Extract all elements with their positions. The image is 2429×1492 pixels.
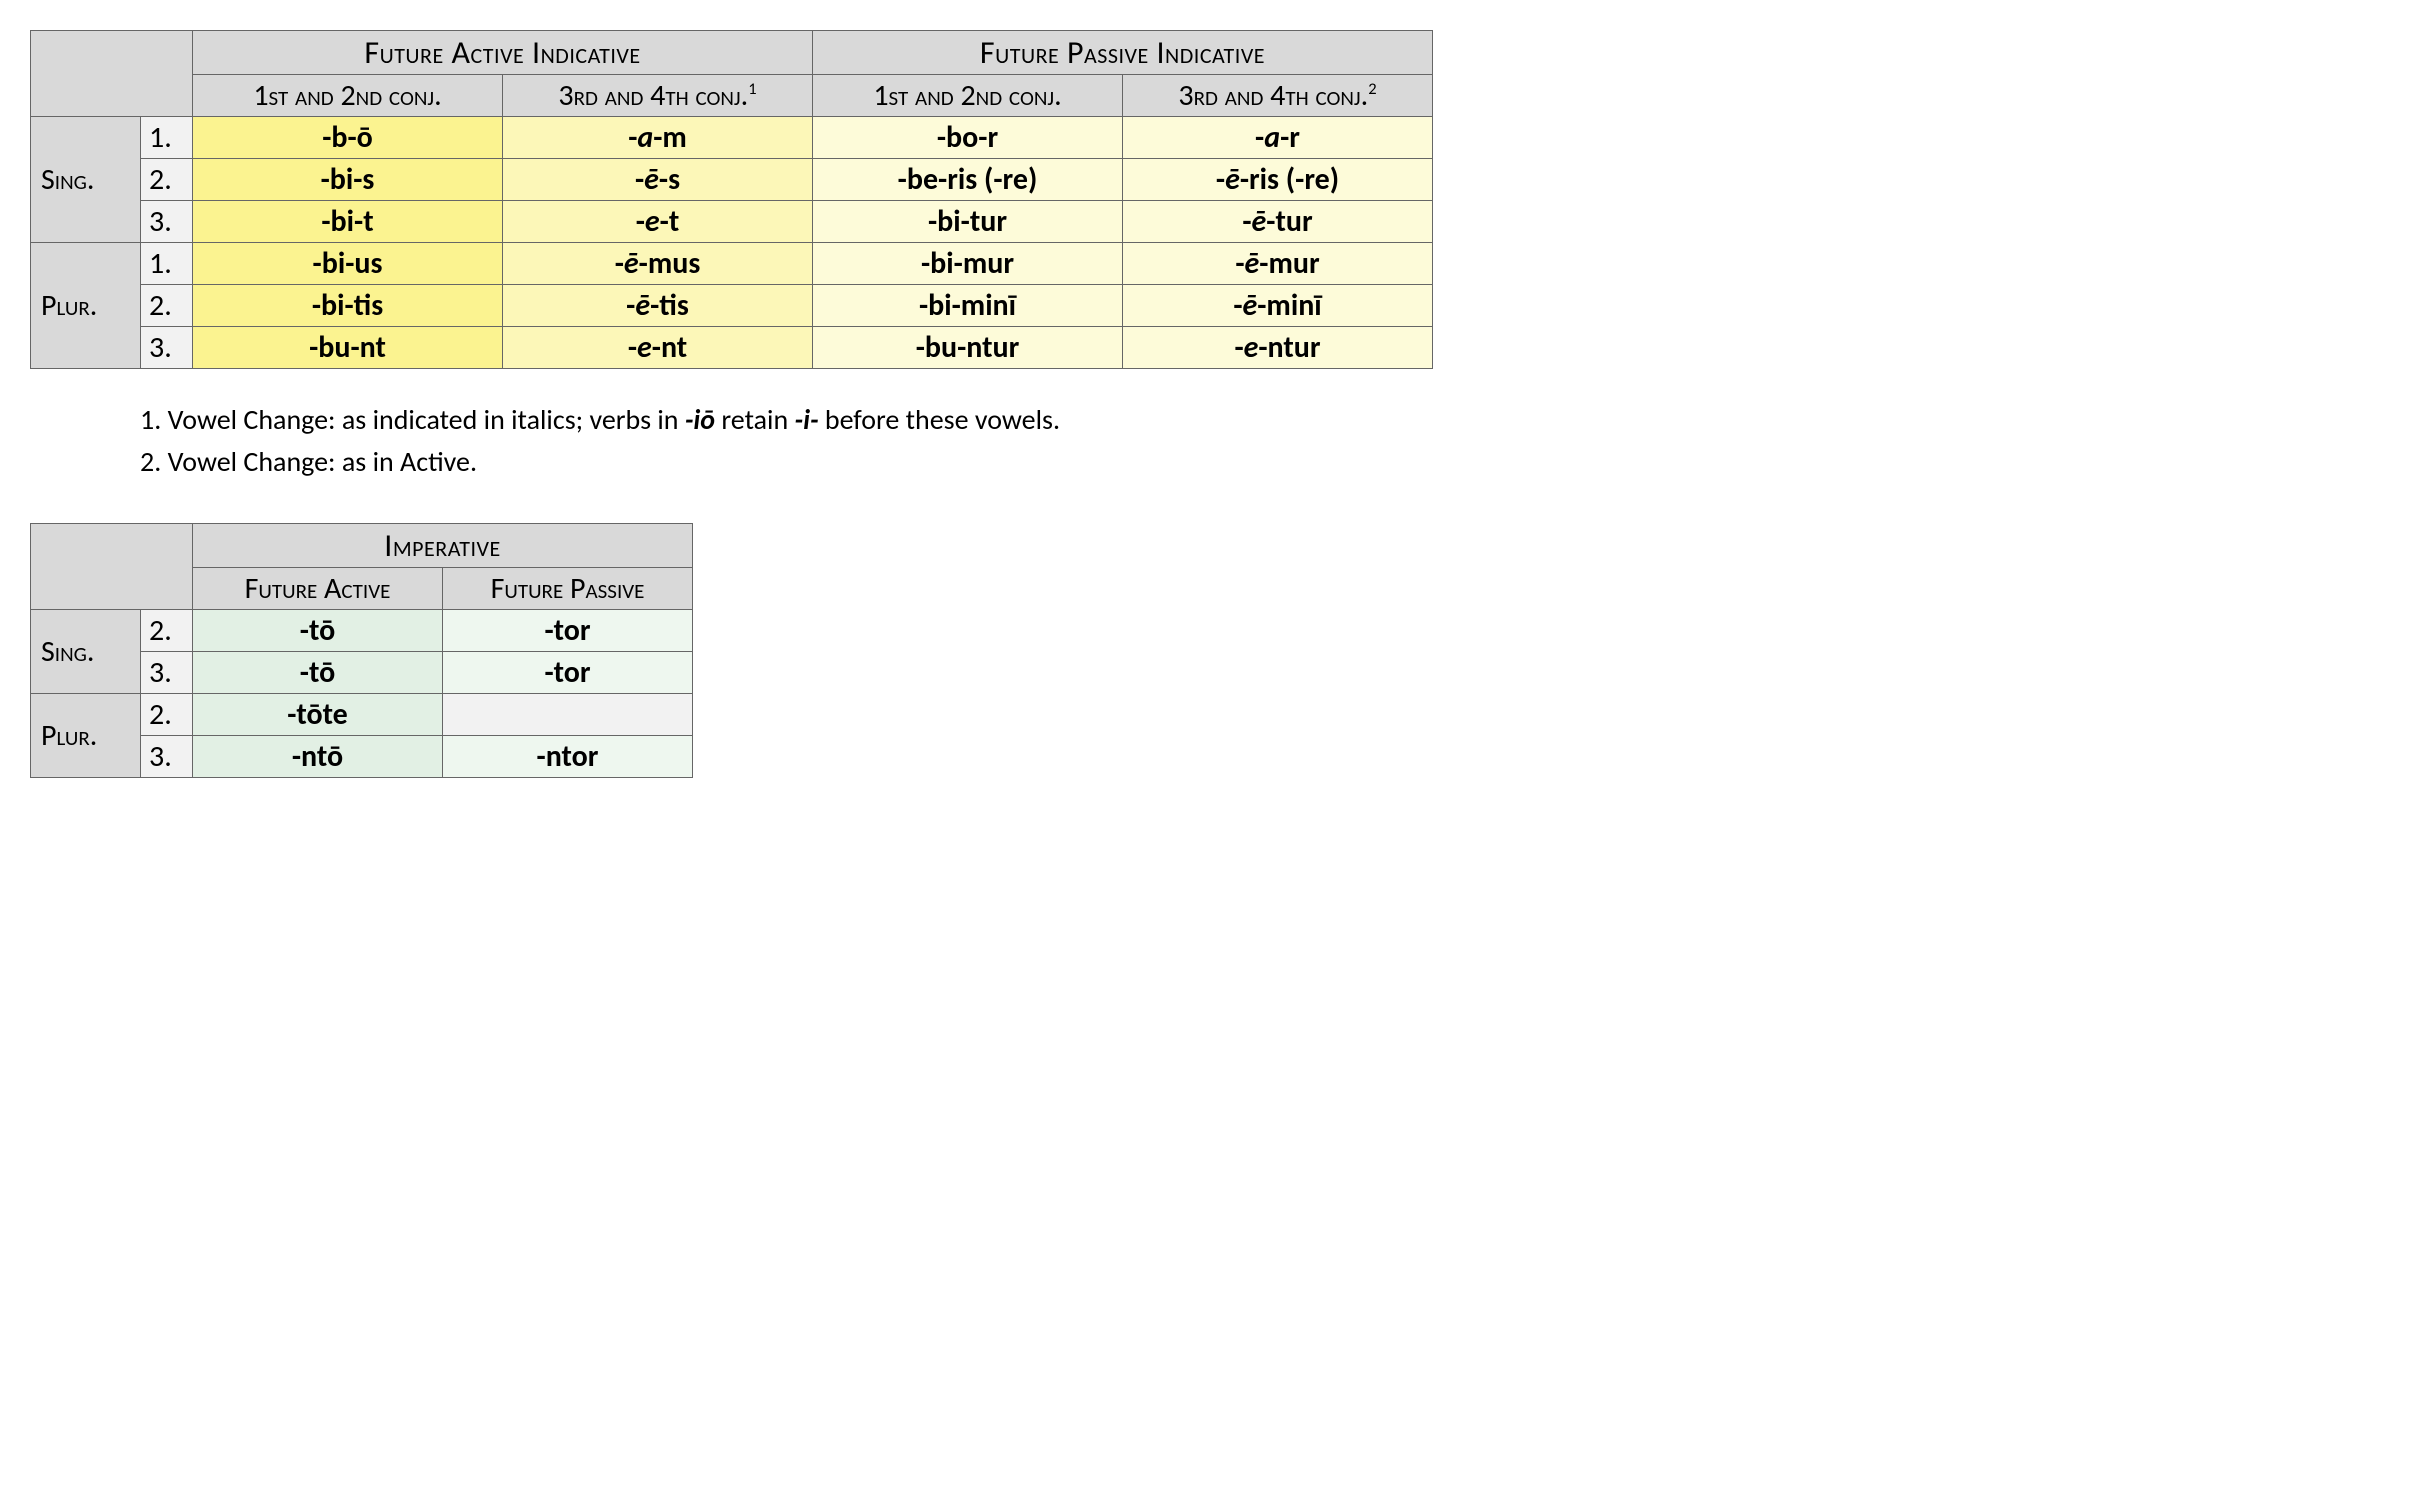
side-sing: Sing.: [31, 117, 141, 243]
subheader-passive-12: 1st and 2nd conj.: [813, 75, 1123, 117]
cell-imp-passive: -tor: [443, 652, 693, 694]
row-plur-2: Plur. 2. -tōte: [31, 694, 693, 736]
header-passive: Future Passive Indicative: [813, 31, 1433, 75]
footnote-1: 1. Vowel Change: as indicated in italics…: [140, 399, 2399, 441]
cell-passive-12: -bu-ntur: [813, 327, 1123, 369]
future-indicative-table: Future Active Indicative Future Passive …: [30, 30, 1433, 369]
subheader-active-34: 3rd and 4th conj.1: [503, 75, 813, 117]
row-plur-3: 3. -bu-nt -e-nt -bu-ntur -e-ntur: [31, 327, 1433, 369]
cell-active-34: -e-nt: [503, 327, 813, 369]
cell-passive-34: -ē-minī: [1123, 285, 1433, 327]
cell-active-12: -b-ō: [193, 117, 503, 159]
cell-imp-passive: -tor: [443, 610, 693, 652]
row-sing-3: 3. -bi-t -e-t -bi-tur -ē-tur: [31, 201, 1433, 243]
cell-active-12: -bi-s: [193, 159, 503, 201]
cell-imp-passive: -ntor: [443, 736, 693, 778]
subheader-imp-passive: Future Passive: [443, 568, 693, 610]
cell-imp-active: -ntō: [193, 736, 443, 778]
person-num: 3.: [141, 201, 193, 243]
cell-active-34: -ē-s: [503, 159, 813, 201]
cell-passive-34: -ē-tur: [1123, 201, 1433, 243]
person-num: 2.: [141, 694, 193, 736]
cell-passive-34: -a-r: [1123, 117, 1433, 159]
person-num: 1.: [141, 117, 193, 159]
cell-passive-12: -bi-tur: [813, 201, 1123, 243]
person-num: 3.: [141, 652, 193, 694]
cell-active-12: -bu-nt: [193, 327, 503, 369]
person-num: 2.: [141, 610, 193, 652]
person-num: 3.: [141, 736, 193, 778]
cell-active-12: -bi-us: [193, 243, 503, 285]
footnote-2: 2. Vowel Change: as in Active.: [140, 441, 2399, 483]
person-num: 1.: [141, 243, 193, 285]
imperative-table: Imperative Future Active Future Passive …: [30, 523, 693, 778]
cell-active-34: -e-t: [503, 201, 813, 243]
row-sing-1: Sing. 1. -b-ō -a-m -bo-r -a-r: [31, 117, 1433, 159]
subheader-active-12: 1st and 2nd conj.: [193, 75, 503, 117]
person-num: 3.: [141, 327, 193, 369]
row-plur-2: 2. -bi-tis -ē-tis -bi-minī -ē-minī: [31, 285, 1433, 327]
side-plur: Plur.: [31, 243, 141, 369]
subheader-passive-34: 3rd and 4th conj.2: [1123, 75, 1433, 117]
cell-passive-34: -ē-ris (-re): [1123, 159, 1433, 201]
cell-active-34: -ē-mus: [503, 243, 813, 285]
cell-imp-active: -tō: [193, 652, 443, 694]
cell-imp-active: -tō: [193, 610, 443, 652]
side-plur: Plur.: [31, 694, 141, 778]
cell-passive-12: -bo-r: [813, 117, 1123, 159]
row-sing-2: Sing. 2. -tō -tor: [31, 610, 693, 652]
cell-active-12: -bi-t: [193, 201, 503, 243]
side-sing: Sing.: [31, 610, 141, 694]
cell-active-34: -ē-tis: [503, 285, 813, 327]
cell-passive-34: -ē-mur: [1123, 243, 1433, 285]
cell-passive-12: -be-ris (-re): [813, 159, 1123, 201]
cell-active-12: -bi-tis: [193, 285, 503, 327]
footnotes: 1. Vowel Change: as indicated in italics…: [140, 399, 2399, 483]
cell-passive-34: -e-ntur: [1123, 327, 1433, 369]
row-sing-2: 2. -bi-s -ē-s -be-ris (-re) -ē-ris (-re): [31, 159, 1433, 201]
subheader-imp-active: Future Active: [193, 568, 443, 610]
cell-passive-12: -bi-mur: [813, 243, 1123, 285]
cell-passive-12: -bi-minī: [813, 285, 1123, 327]
cell-imp-active: -tōte: [193, 694, 443, 736]
corner-blank: [31, 524, 193, 610]
header-imperative: Imperative: [193, 524, 693, 568]
cell-active-34: -a-m: [503, 117, 813, 159]
cell-imp-passive-empty: [443, 694, 693, 736]
person-num: 2.: [141, 285, 193, 327]
row-plur-1: Plur. 1. -bi-us -ē-mus -bi-mur -ē-mur: [31, 243, 1433, 285]
header-active: Future Active Indicative: [193, 31, 813, 75]
person-num: 2.: [141, 159, 193, 201]
corner-blank: [31, 31, 193, 117]
